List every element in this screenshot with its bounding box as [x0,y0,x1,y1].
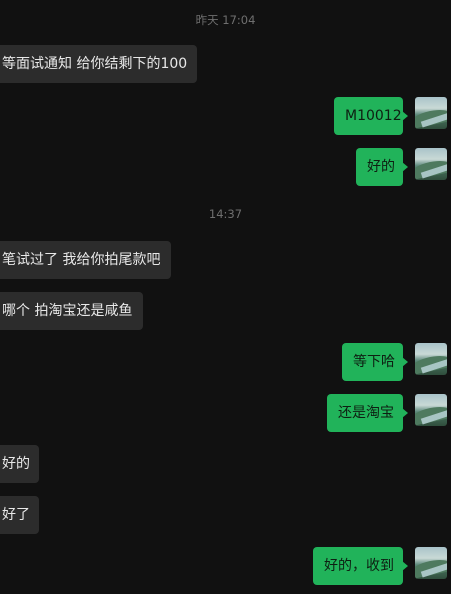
outgoing-message-bubble[interactable]: 好的，收到 [313,547,408,585]
incoming-message-bubble[interactable]: 等面试通知 给你结剩下的100 [0,45,197,83]
incoming-message-bubble[interactable]: 哪个 拍淘宝还是咸鱼 [0,292,143,330]
outgoing-message-bubble[interactable]: 等下哈 [342,343,408,381]
outgoing-message-bubble[interactable]: 好的 [356,148,408,186]
avatar[interactable] [415,148,447,180]
chat-timestamp: 昨天 17:04 [195,13,256,27]
incoming-message-bubble[interactable]: 好的 [0,445,39,483]
chat-timestamp: 14:37 [208,207,243,221]
outgoing-message-bubble[interactable]: M10012 [334,97,408,135]
avatar[interactable] [415,97,447,129]
outgoing-message-bubble[interactable]: 还是淘宝 [327,394,408,432]
incoming-message-bubble[interactable]: 笔试过了 我给你拍尾款吧 [0,241,171,279]
avatar[interactable] [415,343,447,375]
incoming-message-bubble[interactable]: 好了 [0,496,39,534]
avatar[interactable] [415,547,447,579]
avatar[interactable] [415,394,447,426]
